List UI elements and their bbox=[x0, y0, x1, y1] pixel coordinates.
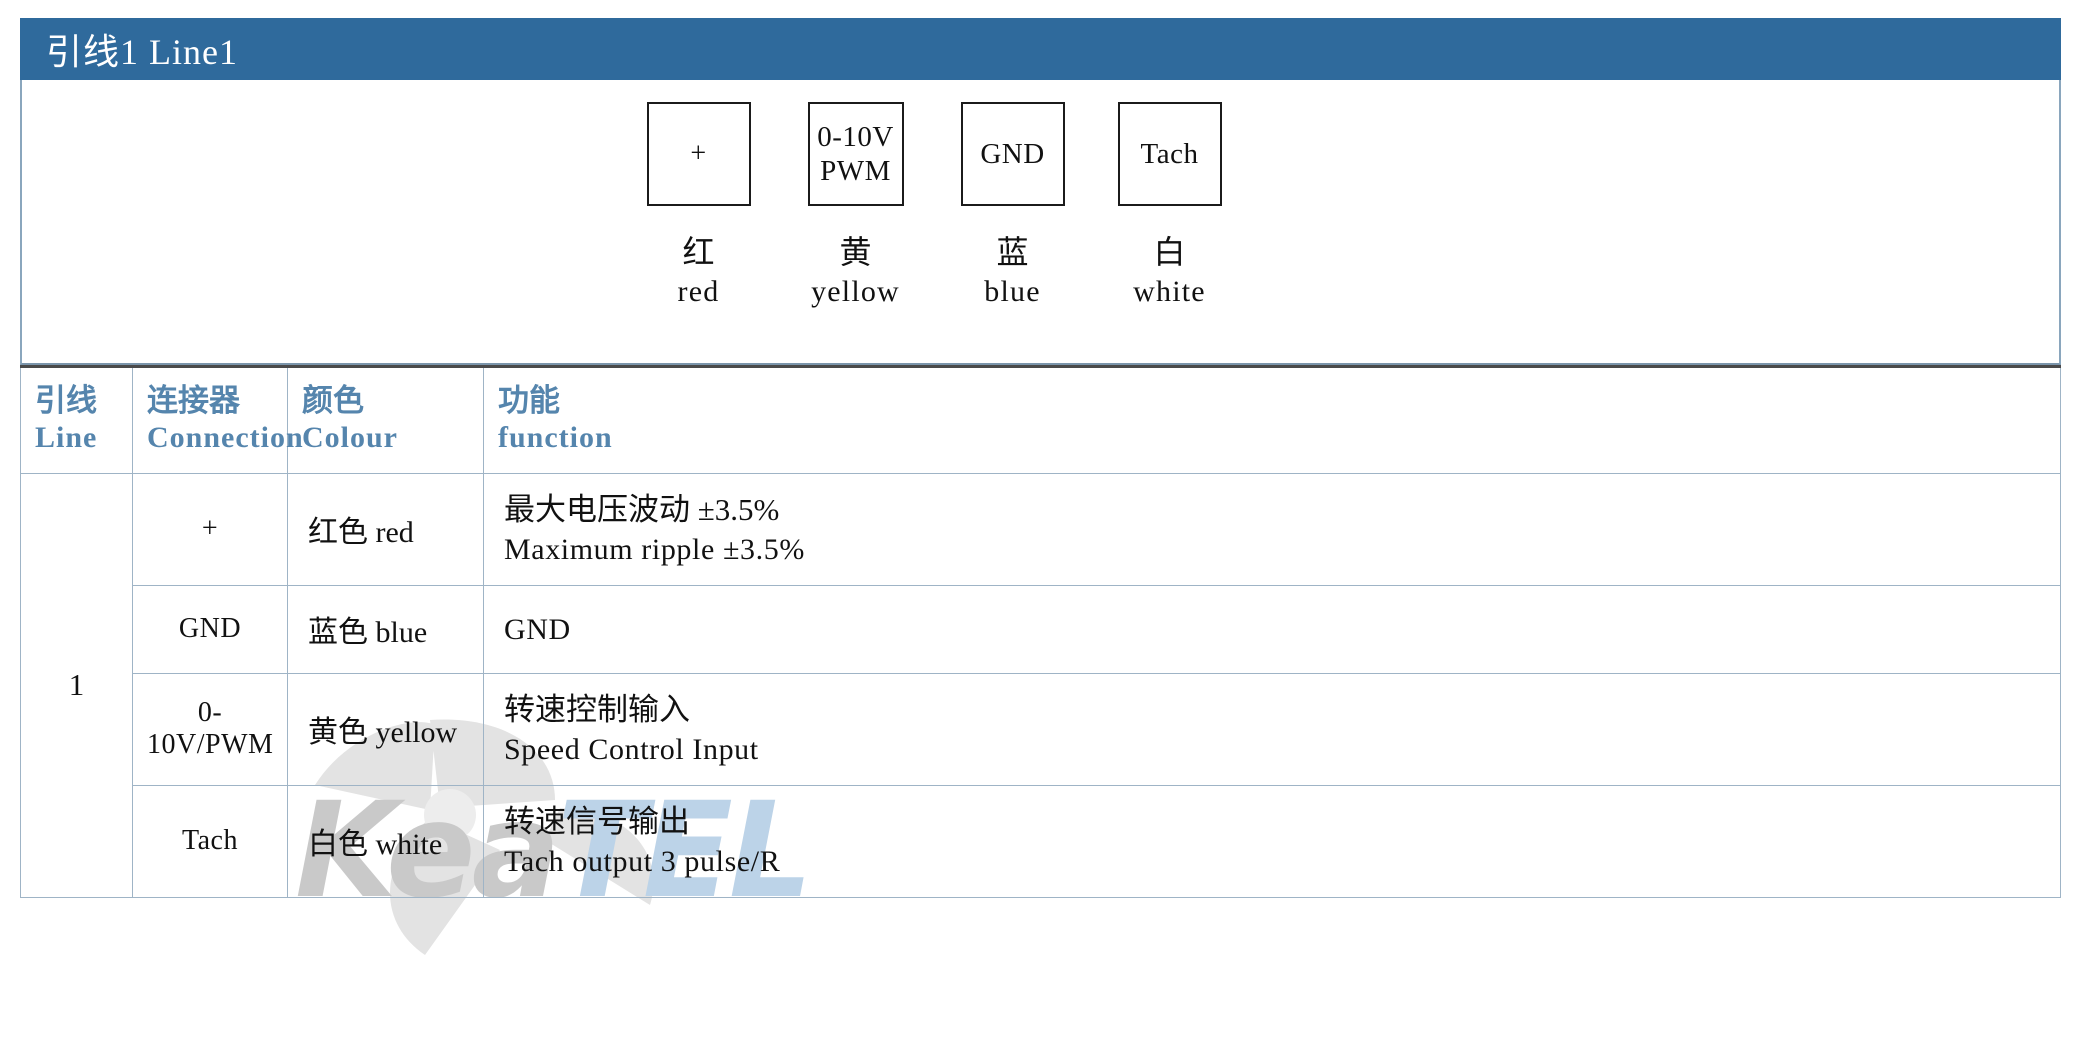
table-header-row: 引线 Line 连接器 Connection 颜色 Colour 功能 func… bbox=[20, 365, 2061, 474]
cell-function-plus-en: Maximum ripple ±3.5% bbox=[504, 532, 805, 566]
connector-caption-red: 红 red bbox=[678, 232, 720, 311]
table-row: 0-10V/PWM 黄色 yellow 转速控制输入 Speed Control… bbox=[21, 672, 2061, 786]
connector-box-tach: Tach bbox=[1117, 102, 1222, 206]
connector-color-cn-blue: 蓝 bbox=[996, 234, 1029, 270]
cell-line-number: 1 bbox=[20, 472, 133, 898]
table-row: Tach 白色 white 转速信号输出 Tach output 3 pulse… bbox=[21, 784, 2061, 898]
connector-color-cn-red: 红 bbox=[682, 234, 715, 270]
cell-function-pwm-en: Speed Control Input bbox=[504, 732, 759, 766]
section-title-bar: 引线1 Line1 bbox=[20, 18, 2061, 80]
column-header-function-cn: 功能 bbox=[498, 383, 560, 418]
cell-function-tach-en: Tach output 3 pulse/R bbox=[504, 844, 781, 878]
cell-colour-red: 红色 red bbox=[287, 472, 484, 586]
cell-colour-yellow: 黄色 yellow bbox=[287, 672, 484, 786]
connector-box-red: + bbox=[646, 102, 751, 206]
column-header-function-en: function bbox=[498, 421, 613, 455]
datasheet-page: KeaTEL 引线1 Line1 + 红 red 0-10V PWM 黄 yel… bbox=[0, 0, 2081, 1050]
connector-color-en-yellow: yellow bbox=[811, 274, 900, 308]
connector-caption-yellow: 黄 yellow bbox=[811, 232, 900, 311]
connector-color-en-red: red bbox=[677, 274, 720, 308]
column-header-connection: 连接器 Connection bbox=[132, 365, 304, 474]
cell-function-tach-cn: 转速信号输出 bbox=[504, 803, 690, 839]
cell-connection-gnd: GND bbox=[132, 584, 288, 674]
table-body: 1 + 红色 red 最大电压波动 ±3.5% Maximum ripple ±… bbox=[20, 472, 2061, 898]
connector-color-en-white: white bbox=[1133, 274, 1206, 308]
table-header: 引线 Line 连接器 Connection 颜色 Colour 功能 func… bbox=[20, 365, 2061, 474]
cell-function-pwm-cn: 转速控制输入 bbox=[504, 691, 690, 727]
pin-assignment-table: 引线 Line 连接器 Connection 颜色 Colour 功能 func… bbox=[20, 365, 2061, 898]
connector-caption-white: 白 white bbox=[1133, 232, 1206, 311]
column-header-line: 引线 Line bbox=[20, 365, 133, 474]
cell-function-pwm: 转速控制输入 Speed Control Input bbox=[483, 672, 2061, 786]
column-header-function: 功能 function bbox=[483, 365, 2061, 474]
connector-box-label-tach: Tach bbox=[1140, 137, 1199, 170]
cell-colour-blue: 蓝色 blue bbox=[287, 584, 484, 674]
cell-connection-tach: Tach bbox=[132, 784, 288, 898]
connector-color-en-blue: blue bbox=[984, 274, 1041, 308]
column-header-colour-cn: 颜色 bbox=[302, 383, 364, 418]
page-title: 引线1 Line1 bbox=[46, 32, 238, 72]
connector-color-cn-yellow: 黄 bbox=[839, 234, 872, 270]
cell-function-gnd: GND bbox=[483, 584, 2061, 674]
connector-white: Tach 白 white bbox=[1091, 102, 1248, 311]
table-row: 1 + 红色 red 最大电压波动 ±3.5% Maximum ripple ±… bbox=[20, 472, 2061, 898]
column-header-line-en: Line bbox=[35, 421, 98, 455]
cell-connection-pwm: 0-10V/PWM bbox=[132, 672, 288, 786]
connector-yellow: 0-10V PWM 黄 yellow bbox=[777, 102, 934, 311]
cell-function-plus: 最大电压波动 ±3.5% Maximum ripple ±3.5% bbox=[483, 472, 2061, 586]
connector-box-gnd: GND bbox=[960, 102, 1065, 206]
connector-row: + 红 red 0-10V PWM 黄 yellow GND 蓝 blue Ta… bbox=[620, 102, 1248, 311]
connector-box-label-yellow-line2: PWM bbox=[820, 155, 891, 187]
column-header-connection-cn: 连接器 bbox=[147, 383, 240, 418]
connector-caption-blue: 蓝 blue bbox=[984, 232, 1040, 311]
cell-colour-white: 白色 white bbox=[287, 784, 484, 898]
column-header-line-cn: 引线 bbox=[35, 383, 97, 418]
column-header-colour-en: Colour bbox=[302, 421, 398, 455]
cell-connection-plus: + bbox=[132, 472, 288, 586]
cell-function-plus-cn: 最大电压波动 ±3.5% bbox=[504, 491, 780, 527]
connector-blue: GND 蓝 blue bbox=[934, 102, 1091, 311]
connector-diagram-panel: + 红 red 0-10V PWM 黄 yellow GND 蓝 blue Ta… bbox=[20, 80, 2061, 365]
connector-box-label-gnd: GND bbox=[980, 137, 1045, 170]
connector-box-label-yellow-line1: 0-10V bbox=[817, 120, 894, 153]
connector-box-label-red: + bbox=[690, 138, 707, 170]
table-row: GND 蓝色 blue GND bbox=[21, 584, 2061, 674]
column-header-connection-en: Connection bbox=[147, 421, 304, 455]
column-header-colour: 颜色 Colour bbox=[287, 365, 484, 474]
connector-color-cn-white: 白 bbox=[1153, 234, 1186, 270]
connector-box-yellow: 0-10V PWM bbox=[807, 102, 904, 206]
cell-function-gnd-en: GND bbox=[504, 612, 571, 646]
cell-function-tach: 转速信号输出 Tach output 3 pulse/R bbox=[483, 784, 2061, 898]
connector-red: + 红 red bbox=[620, 102, 777, 311]
